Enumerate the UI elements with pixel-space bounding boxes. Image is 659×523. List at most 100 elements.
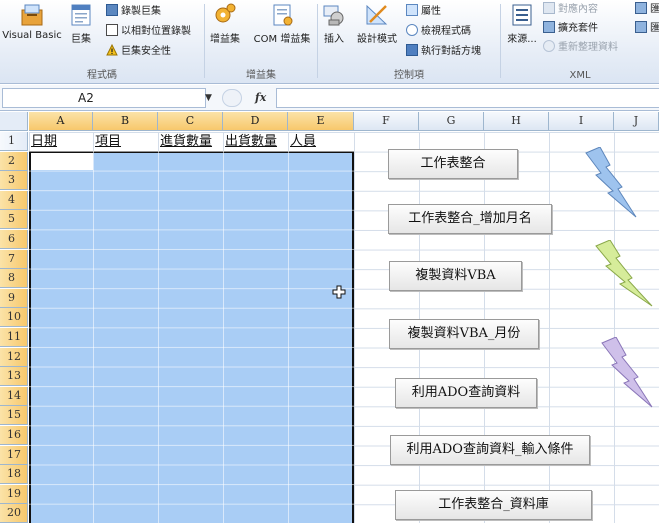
active-cell[interactable] <box>31 153 93 170</box>
row-header[interactable]: 3 <box>0 171 28 191</box>
row-header[interactable]: 18 <box>0 465 28 485</box>
row-header[interactable]: 12 <box>0 347 28 367</box>
xml-source-icon <box>512 4 532 26</box>
relative-refs-button[interactable]: 以相對位置錄製 <box>106 24 191 40</box>
column-header[interactable]: C <box>158 112 223 131</box>
row-header[interactable]: 13 <box>0 367 28 387</box>
row-header[interactable]: 19 <box>0 484 28 504</box>
properties-icon <box>406 4 418 16</box>
column-header[interactable]: D <box>223 112 288 131</box>
column-header[interactable]: F <box>354 112 419 131</box>
com-addins-icon <box>273 4 293 26</box>
xml-source-label: 來源... <box>507 34 537 45</box>
gridline <box>93 151 94 523</box>
column-header[interactable]: J <box>614 112 659 131</box>
macro-button[interactable]: 利用ADO查詢資料 <box>395 378 537 408</box>
insert-function-icon[interactable]: fx <box>255 91 266 104</box>
macros-button[interactable]: 巨集 <box>66 2 96 45</box>
formula-bar: A2 ▼ fx <box>0 85 659 111</box>
design-mode-button[interactable]: 設計模式 <box>352 2 402 45</box>
expansion-packs-button[interactable]: 擴充套件 <box>543 21 598 37</box>
xml-import-button[interactable]: 匯 <box>635 2 659 18</box>
macro-button[interactable]: 利用ADO查詢資料_輸入條件 <box>390 435 590 465</box>
cell-selection-range[interactable] <box>29 151 354 523</box>
cell-c1[interactable]: 進貨數量 <box>158 132 223 151</box>
ribbon: Visual Basic 巨集 錄製巨集 以相對位置錄製 巨集安全性 程式碼 增… <box>0 0 659 84</box>
visual-basic-icon <box>21 4 43 26</box>
macro-button[interactable]: 工作表整合_資料庫 <box>395 490 592 520</box>
column-header[interactable]: G <box>419 112 484 131</box>
row-header[interactable]: 4 <box>0 190 28 210</box>
xml-source-button[interactable]: 來源... <box>505 2 539 45</box>
cell-a1[interactable]: 日期 <box>29 132 93 151</box>
row-header[interactable]: 10 <box>0 308 28 328</box>
formula-bar-handle[interactable] <box>222 89 242 107</box>
row-header[interactable]: 20 <box>0 504 28 523</box>
macro-button[interactable]: 工作表整合 <box>388 149 518 179</box>
row-header[interactable]: 7 <box>0 249 28 269</box>
record-macro-button[interactable]: 錄製巨集 <box>106 4 161 20</box>
lightning-bolt-shape[interactable] <box>592 240 654 308</box>
run-dialog-label: 執行對話方塊 <box>421 46 481 57</box>
refresh-icon <box>543 40 555 52</box>
macro-button[interactable]: 複製資料VBA <box>389 261 522 291</box>
group-controls-label: 控制項 <box>394 70 424 81</box>
row-header[interactable]: 1 <box>0 132 28 151</box>
formula-input[interactable] <box>276 88 659 108</box>
gridline <box>158 151 159 523</box>
xml-import-label: 匯 <box>650 4 659 15</box>
gear-icon <box>215 3 236 23</box>
row-header[interactable]: 9 <box>0 288 28 308</box>
group-xml-label: XML <box>569 70 591 81</box>
row-header[interactable]: 5 <box>0 210 28 230</box>
name-box[interactable]: A2 <box>2 88 206 108</box>
row-header[interactable]: 17 <box>0 445 28 465</box>
gridline <box>354 132 355 523</box>
warning-icon <box>106 44 118 56</box>
column-header[interactable]: A <box>29 112 93 131</box>
macro-button[interactable]: 複製資料VBA_月份 <box>389 319 539 349</box>
visual-basic-button[interactable]: Visual Basic <box>2 2 62 41</box>
view-code-button[interactable]: 檢視程式碼 <box>406 24 471 40</box>
column-header[interactable]: I <box>549 112 614 131</box>
row-header[interactable]: 16 <box>0 426 28 445</box>
row-header[interactable]: 11 <box>0 328 28 347</box>
row-header[interactable]: 8 <box>0 269 28 289</box>
view-code-label: 檢視程式碼 <box>421 26 471 37</box>
cell-d1[interactable]: 出貨數量 <box>223 132 288 151</box>
run-dialog-button[interactable]: 執行對話方塊 <box>406 44 481 60</box>
row-header[interactable]: 6 <box>0 230 28 249</box>
macro-security-button[interactable]: 巨集安全性 <box>106 44 171 60</box>
view-code-icon <box>406 24 418 36</box>
chevron-down-icon[interactable]: ▼ <box>205 93 212 103</box>
insert-control-button[interactable]: 插入 <box>320 2 348 45</box>
cell-b1[interactable]: 項目 <box>93 132 158 151</box>
lightning-bolt-shape[interactable] <box>582 147 638 219</box>
map-properties-label: 對應內容 <box>558 4 598 15</box>
com-addins-label: COM 增益集 <box>253 34 311 45</box>
group-addins: 增益集 COM 增益集 增益集 <box>205 0 317 84</box>
select-all-corner[interactable] <box>0 112 28 131</box>
column-header[interactable]: B <box>93 112 158 131</box>
properties-button[interactable]: 屬性 <box>406 4 441 20</box>
xml-export-button[interactable]: 匯 <box>635 21 659 37</box>
row-header[interactable]: 2 <box>0 151 28 171</box>
column-header[interactable]: H <box>484 112 549 131</box>
cell-e1[interactable]: 人員 <box>288 132 354 151</box>
lightning-bolt-shape[interactable] <box>598 337 654 409</box>
map-properties-button[interactable]: 對應內容 <box>543 2 598 18</box>
macros-label: 巨集 <box>71 34 91 45</box>
row-header[interactable]: 15 <box>0 406 28 426</box>
group-controls: 插入 設計模式 屬性 檢視程式碼 執行對話方塊 控制項 <box>318 0 500 84</box>
run-dialog-icon <box>406 44 418 56</box>
record-macro-icon <box>106 4 118 16</box>
refresh-data-button[interactable]: 重新整理資料 <box>543 40 618 56</box>
group-addins-label: 增益集 <box>246 70 276 81</box>
addins-button[interactable]: 增益集 <box>207 2 243 45</box>
row-header[interactable]: 14 <box>0 386 28 406</box>
column-header[interactable]: E <box>288 112 354 131</box>
com-addins-button[interactable]: COM 增益集 <box>249 2 315 45</box>
gridline <box>288 151 289 523</box>
macro-button[interactable]: 工作表整合_增加月名 <box>388 204 552 234</box>
addins-label: 增益集 <box>210 34 240 45</box>
